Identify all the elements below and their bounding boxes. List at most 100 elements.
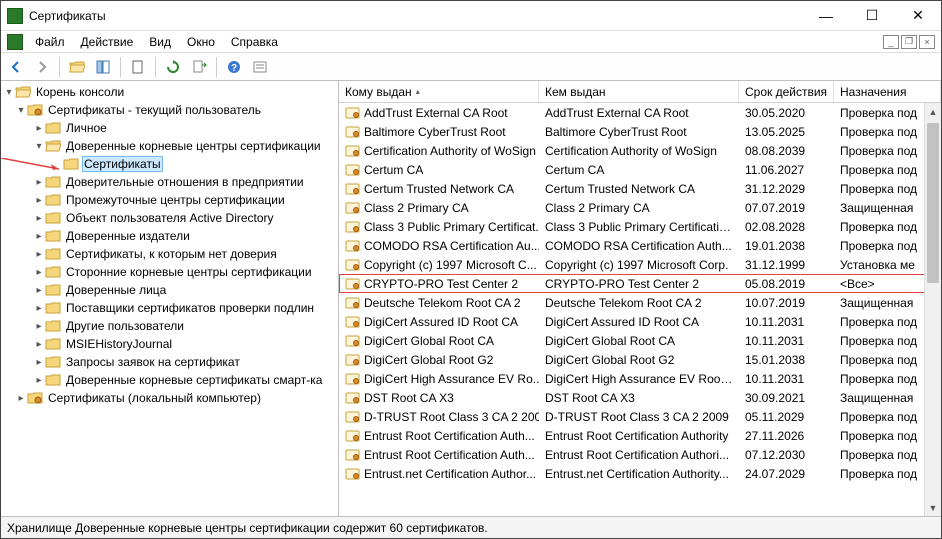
list-row[interactable]: Certification Authority of WoSignCertifi… — [339, 141, 941, 160]
status-text: Хранилище Доверенные корневые центры сер… — [7, 521, 488, 535]
tree-item[interactable]: ▾Доверенные корневые центры сертификации — [1, 137, 338, 155]
list-row[interactable]: DigiCert Assured ID Root CADigiCert Assu… — [339, 312, 941, 331]
list-row[interactable]: Copyright (c) 1997 Microsoft C...Copyrig… — [339, 255, 941, 274]
certificate-icon — [345, 201, 361, 215]
list-row[interactable]: Deutsche Telekom Root CA 2Deutsche Telek… — [339, 293, 941, 312]
list-row[interactable]: D-TRUST Root Class 3 CA 2 2009D-TRUST Ro… — [339, 407, 941, 426]
show-tree-button[interactable] — [92, 56, 114, 78]
tree-item[interactable]: ▸Сертификаты, к которым нет доверия — [1, 245, 338, 263]
menu-action[interactable]: Действие — [73, 33, 142, 51]
tree-item[interactable]: ▸Доверительные отношения в предприятии — [1, 173, 338, 191]
tree-item[interactable]: ▸Промежуточные центры сертификации — [1, 191, 338, 209]
menu-window[interactable]: Окно — [179, 33, 223, 51]
list-row[interactable]: Class 3 Public Primary Certificat...Clas… — [339, 217, 941, 236]
scroll-up-icon[interactable]: ▲ — [925, 103, 941, 120]
cell-issued-by: Class 2 Primary CA — [539, 201, 739, 215]
tree-item[interactable]: ▸Объект пользователя Active Directory — [1, 209, 338, 227]
tree-item-label: Доверенные издатели — [64, 229, 192, 243]
status-bar: Хранилище Доверенные корневые центры сер… — [1, 516, 941, 538]
vertical-scrollbar[interactable]: ▲ ▼ — [924, 103, 941, 516]
tree-pane[interactable]: ▾Корень консоли▾Сертификаты - текущий по… — [1, 81, 339, 516]
copy-button[interactable] — [127, 56, 149, 78]
certificate-icon — [345, 239, 361, 253]
mdi-restore-icon[interactable]: ❐ — [901, 35, 917, 49]
tree-item[interactable]: ▾Сертификаты - текущий пользователь — [1, 101, 338, 119]
col-expiry[interactable]: Срок действия — [739, 81, 834, 102]
folder-icon — [45, 247, 61, 261]
tree-item[interactable]: ▸ Личное — [1, 119, 338, 137]
expand-icon[interactable]: ▸ — [33, 123, 45, 134]
folder-icon — [45, 337, 61, 351]
menu-file[interactable]: Файл — [27, 33, 73, 51]
expand-icon[interactable]: ▸ — [33, 339, 45, 350]
expand-icon[interactable]: ▸ — [33, 231, 45, 242]
up-button[interactable] — [66, 56, 88, 78]
tree-item[interactable]: ▸Доверенные лица — [1, 281, 338, 299]
list-row[interactable]: DST Root CA X3DST Root CA X330.09.2021За… — [339, 388, 941, 407]
list-row[interactable]: Entrust Root Certification Auth...Entrus… — [339, 426, 941, 445]
cell-expiry: 07.12.2030 — [739, 448, 834, 462]
tree-item-label: Личное — [64, 121, 109, 135]
list-row[interactable]: DigiCert High Assurance EV Ro...DigiCert… — [339, 369, 941, 388]
tree-item[interactable]: ▾Корень консоли — [1, 83, 338, 101]
list-row[interactable]: Baltimore CyberTrust RootBaltimore Cyber… — [339, 122, 941, 141]
cell-issued-to: Certification Authority of WoSign — [339, 144, 539, 158]
expand-icon[interactable]: ▸ — [33, 357, 45, 368]
scroll-down-icon[interactable]: ▼ — [925, 499, 941, 516]
list-row[interactable]: DigiCert Global Root G2DigiCert Global R… — [339, 350, 941, 369]
expand-icon[interactable]: ▸ — [33, 177, 45, 188]
cell-issued-to: Entrust Root Certification Auth... — [339, 448, 539, 462]
close-button[interactable]: ✕ — [895, 1, 941, 31]
minimize-button[interactable]: — — [803, 1, 849, 31]
properties-button[interactable] — [249, 56, 271, 78]
tree-item[interactable]: ▸Сертификаты (локальный компьютер) — [1, 389, 338, 407]
list-row[interactable]: CRYPTO-PRO Test Center 2CRYPTO-PRO Test … — [339, 274, 941, 293]
mdi-minimize-icon[interactable]: _ — [883, 35, 899, 49]
expand-icon[interactable]: ▸ — [33, 249, 45, 260]
refresh-button[interactable] — [162, 56, 184, 78]
menu-view[interactable]: Вид — [141, 33, 179, 51]
tree-item[interactable]: ▸Сторонние корневые центры сертификации — [1, 263, 338, 281]
expand-icon[interactable]: ▸ — [33, 195, 45, 206]
list-row[interactable]: Class 2 Primary CAClass 2 Primary CA07.0… — [339, 198, 941, 217]
expand-icon[interactable]: ▸ — [15, 393, 27, 404]
tree-item[interactable]: ▸ Доверенные издатели — [1, 227, 338, 245]
expand-icon[interactable]: ▸ — [33, 267, 45, 278]
tree-item[interactable]: ▸Поставщики сертификатов проверки подлин — [1, 299, 338, 317]
certificate-icon — [345, 220, 361, 234]
expand-icon[interactable]: ▸ — [33, 375, 45, 386]
export-button[interactable] — [188, 56, 210, 78]
list-row[interactable]: DigiCert Global Root CADigiCert Global R… — [339, 331, 941, 350]
menu-help[interactable]: Справка — [223, 33, 286, 51]
list-row[interactable]: COMODO RSA Certification Au...COMODO RSA… — [339, 236, 941, 255]
expand-icon[interactable]: ▸ — [33, 303, 45, 314]
list-row[interactable]: AddTrust External CA RootAddTrust Extern… — [339, 103, 941, 122]
list-row[interactable]: Entrust.net Certification Author...Entru… — [339, 464, 941, 483]
certificate-icon — [345, 467, 361, 481]
col-purpose[interactable]: Назначения — [834, 81, 941, 102]
forward-button[interactable] — [31, 56, 53, 78]
tree-item[interactable]: ▸Другие пользователи — [1, 317, 338, 335]
certificate-icon — [345, 277, 361, 291]
tree-item[interactable]: ▸MSIEHistoryJournal — [1, 335, 338, 353]
cell-issued-by: CRYPTO-PRO Test Center 2 — [539, 277, 739, 291]
collapse-icon[interactable]: ▾ — [15, 105, 27, 116]
back-button[interactable] — [5, 56, 27, 78]
mdi-close-icon[interactable]: × — [919, 35, 935, 49]
col-issued-to[interactable]: Кому выдан▴ — [339, 81, 539, 102]
expand-icon[interactable]: ▸ — [33, 213, 45, 224]
tree-item[interactable]: ▸ Доверенные корневые сертификаты смарт-к… — [1, 371, 338, 389]
maximize-button[interactable]: ☐ — [849, 1, 895, 31]
tree-item-label: Доверенные корневые сертификаты смарт-ка — [64, 373, 324, 387]
collapse-icon[interactable]: ▾ — [3, 87, 15, 98]
expand-icon[interactable]: ▸ — [33, 321, 45, 332]
tree-item[interactable]: ▸Запросы заявок на сертификат — [1, 353, 338, 371]
list-row[interactable]: Entrust Root Certification Auth...Entrus… — [339, 445, 941, 464]
list-row[interactable]: Certum Trusted Network CACertum Trusted … — [339, 179, 941, 198]
collapse-icon[interactable]: ▾ — [33, 141, 45, 152]
expand-icon[interactable]: ▸ — [33, 285, 45, 296]
scroll-thumb[interactable] — [927, 123, 939, 283]
col-issued-by[interactable]: Кем выдан — [539, 81, 739, 102]
help-button[interactable]: ? — [223, 56, 245, 78]
list-row[interactable]: Certum CACertum CA11.06.2027Проверка под — [339, 160, 941, 179]
